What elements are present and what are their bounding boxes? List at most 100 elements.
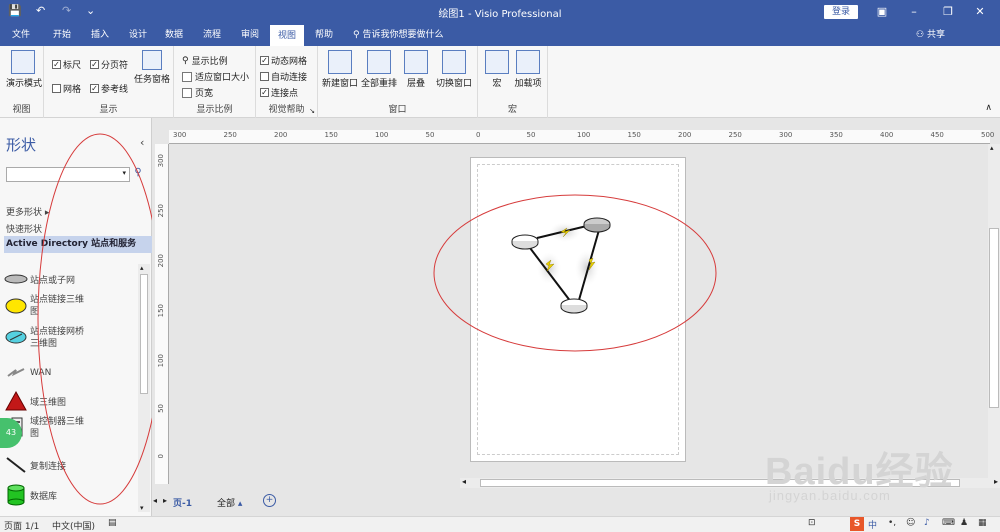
task-pane-icon: [142, 50, 162, 70]
dialog-launcher-icon[interactable]: ↘: [309, 107, 315, 115]
ruler-tick-label: 150: [157, 304, 165, 318]
task-panes-button[interactable]: 任务窗格: [134, 50, 170, 85]
ruler-tick-label: 300: [779, 131, 793, 139]
guides-checkbox[interactable]: ✓ 参考线: [90, 82, 128, 95]
next-page-icon[interactable]: ▸: [163, 496, 167, 505]
tab-design[interactable]: 设计: [124, 24, 152, 46]
status-bar: 页面 1/1 中文(中国) ▤ ⊡ S 中 •, ☺ ♪ ⌨ ♟ ▦: [0, 516, 1000, 532]
scroll-left-icon[interactable]: ◂: [462, 477, 466, 486]
cascade-icon: [404, 50, 428, 74]
presentation-mode-button[interactable]: 演示模式: [6, 50, 42, 89]
arrange-all-button[interactable]: 全部重排: [360, 50, 398, 89]
person-icon: ⚇: [916, 30, 927, 40]
all-pages-button[interactable]: 全部 ▴: [217, 496, 242, 509]
ruler-tick-label: 300: [157, 154, 165, 168]
autoconnect-checkbox[interactable]: 自动连接: [260, 70, 307, 83]
ime-mode-icon[interactable]: 中: [868, 518, 877, 531]
prev-page-icon[interactable]: ◂: [153, 496, 157, 505]
tell-me-search[interactable]: ⚲ 告诉我你想要做什么: [353, 24, 443, 46]
fit-page-icon[interactable]: ⊡: [808, 518, 816, 528]
collapse-ribbon-icon[interactable]: ∧: [985, 103, 992, 113]
grid-checkbox[interactable]: 网格: [52, 82, 81, 95]
skin-icon[interactable]: ♟: [960, 518, 968, 528]
group-label-window: 窗口: [388, 105, 407, 115]
ruler-tick-label: 450: [930, 131, 944, 139]
ruler-tick-label: 300: [173, 131, 187, 139]
addins-button[interactable]: 加载项: [512, 50, 544, 89]
addins-icon: [516, 50, 540, 74]
scroll-thumb[interactable]: [989, 228, 999, 408]
page-indicator[interactable]: 页面 1/1: [4, 519, 39, 532]
ruler-checkbox[interactable]: ✓ 标尺: [52, 58, 81, 71]
new-window-button[interactable]: 新建窗口: [322, 50, 358, 89]
macros-button[interactable]: 宏: [484, 50, 510, 89]
page-width-button[interactable]: 页宽: [182, 86, 213, 99]
presentation-icon: [11, 50, 35, 74]
group-label-macros: 宏: [507, 105, 517, 115]
keyboard-icon[interactable]: ⌨: [942, 518, 955, 528]
watermark-url: jingyan.baidu.com: [769, 488, 891, 503]
switch-windows-button[interactable]: 切换窗口: [434, 50, 474, 89]
connection-points-checkbox[interactable]: ✓ 连接点: [260, 86, 298, 99]
macros-icon: [485, 50, 509, 74]
ribbon-display-icon[interactable]: ▣: [872, 3, 892, 21]
group-zoom: ⚲ 显示比例 适应窗口大小 页宽 显示比例: [174, 46, 256, 118]
new-window-icon: [328, 50, 352, 74]
tab-view[interactable]: 视图: [270, 24, 304, 46]
arrange-all-icon: [367, 50, 391, 74]
group-show: ✓ 标尺 ✓ 分页符 网格 ✓ 参考线 任务窗格 显示: [44, 46, 174, 118]
ruler-tick-label: 0: [476, 131, 481, 139]
tab-data[interactable]: 数据: [160, 24, 188, 46]
switch-windows-icon: [442, 50, 466, 74]
page-width-icon: [182, 87, 192, 98]
ruler-tick-label: 250: [728, 131, 742, 139]
group-label-zoom: 显示比例: [196, 105, 233, 115]
close-icon[interactable]: ✕: [970, 3, 990, 21]
ruler-tick-label: 500: [981, 131, 995, 139]
ime-logo-icon[interactable]: S: [850, 517, 864, 531]
ruler-tick-label: 50: [157, 404, 165, 413]
microphone-icon[interactable]: ♪: [924, 518, 930, 528]
pagebreak-checkbox[interactable]: ✓ 分页符: [90, 58, 128, 71]
ribbon-tabs: 文件 开始 插入 设计 数据 流程 审阅 视图 帮助 ⚲ 告诉我你想要做什么 ⚇…: [0, 24, 1000, 46]
emoji-icon[interactable]: ☺: [906, 518, 915, 528]
tab-help[interactable]: 帮助: [310, 24, 338, 46]
watermark-brand: Baidu经验: [765, 451, 954, 493]
annotation-circle-left: [37, 133, 152, 505]
language-indicator[interactable]: 中文(中国): [52, 519, 95, 532]
zoom-button[interactable]: ⚲ 显示比例: [182, 54, 228, 68]
group-label-visual-aids: 视觉帮助: [268, 105, 305, 115]
tab-home[interactable]: 开始: [48, 24, 76, 46]
add-page-icon[interactable]: +: [263, 494, 276, 507]
minimize-icon[interactable]: –: [904, 3, 924, 21]
scroll-up-icon[interactable]: ▴: [990, 144, 994, 152]
vertical-ruler: 300 250 200 150 100 50 0: [155, 144, 169, 484]
ruler-tick-label: 200: [274, 131, 288, 139]
tab-process[interactable]: 流程: [198, 24, 226, 46]
ruler-tick-label: 150: [324, 131, 338, 139]
horizontal-ruler: 300 250 200 150 100 50 0 50 100 150 200 250 300 350 40…: [169, 130, 994, 144]
punctuation-icon[interactable]: •,: [888, 518, 896, 528]
tools-icon[interactable]: ▦: [978, 518, 987, 528]
dynamic-grid-checkbox[interactable]: ✓ 动态网格: [260, 54, 307, 67]
ruler-tick-label: 0: [157, 454, 165, 459]
title-bar: 💾 ↶ ↷ ⌄ 绘图1 - Visio Professional 登录 ▣ – …: [0, 0, 1000, 24]
tab-insert[interactable]: 插入: [86, 24, 114, 46]
baidu-watermark: Baidu经验 jingyan.baidu.com: [765, 418, 1000, 516]
ruler-tick-label: 100: [577, 131, 591, 139]
group-window: 新建窗口 全部重排 层叠 切换窗口 窗口: [318, 46, 478, 118]
ruler-tick-label: 200: [157, 254, 165, 268]
ruler-tick-label: 50: [526, 131, 536, 139]
tab-page-1[interactable]: 页-1: [173, 496, 192, 509]
tab-file[interactable]: 文件: [8, 24, 34, 46]
macro-record-icon[interactable]: ▤: [108, 518, 117, 528]
fit-to-window-button[interactable]: 适应窗口大小: [182, 70, 249, 83]
cascade-button[interactable]: 层叠: [402, 50, 430, 89]
restore-icon[interactable]: ❐: [938, 3, 958, 21]
login-button[interactable]: 登录: [824, 5, 858, 19]
tab-review[interactable]: 审阅: [236, 24, 264, 46]
ruler-tick-label: 150: [627, 131, 641, 139]
group-macros: 宏 加载项 宏: [478, 46, 548, 118]
share-button[interactable]: ⚇ 共享: [916, 24, 945, 46]
caret-up-icon: ▴: [237, 499, 243, 509]
